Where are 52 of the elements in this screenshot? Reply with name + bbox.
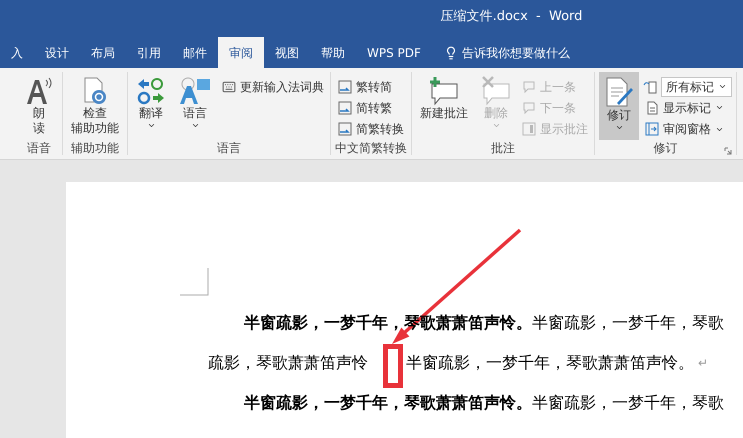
ribbon-button[interactable]: 审阅窗格 xyxy=(643,118,732,140)
ribbon-tab[interactable]: 审阅 xyxy=(218,37,264,68)
ribbon-button[interactable]: 显示标记 xyxy=(643,97,732,119)
markup-icon xyxy=(643,80,657,94)
ribbon-tab[interactable]: WPS PDF xyxy=(356,37,432,68)
paragraph-line: 半窗疏影，一梦千年，琴歌萧萧笛声怜。半窗疏影，一梦千年，琴歌 xyxy=(244,393,724,413)
group-label: 中文简繁转换 xyxy=(335,140,407,156)
ribbon-button[interactable]: 简转繁 xyxy=(336,97,406,119)
character-convert-icon xyxy=(338,122,352,136)
group-label: 辅助功能 xyxy=(71,140,119,156)
group-label: 批注 xyxy=(491,140,515,156)
document-icon xyxy=(645,100,659,115)
ribbon-tab[interactable]: 入 xyxy=(0,37,34,68)
comment-arrow-icon xyxy=(522,100,536,115)
keyboard-icon xyxy=(222,80,236,94)
ribbon-button[interactable]: 翻译 xyxy=(132,72,170,140)
markup-dropdown[interactable]: 所有标记 xyxy=(661,76,732,97)
ribbon-tab[interactable]: 帮助 xyxy=(310,37,356,68)
ribbon-tab[interactable]: 引用 xyxy=(126,37,172,68)
group-label: 修订 xyxy=(654,140,678,156)
speaker-letter-icon xyxy=(24,76,54,106)
new-comment-icon xyxy=(428,76,460,106)
ribbon-button[interactable]: 语言 xyxy=(174,72,216,140)
paragraph-line: 半窗疏影，一梦千年，琴歌萧萧笛声怜。 xyxy=(406,353,694,373)
window-title: 压缩文件.docx - Word xyxy=(440,8,582,26)
pane-icon xyxy=(645,122,659,136)
character-convert-icon xyxy=(338,100,352,115)
ribbon-button[interactable]: 简繁转换 xyxy=(336,118,406,140)
paragraph-line: 疏影，琴歌萧萧笛声怜 xyxy=(208,353,368,373)
group-label: 语言 xyxy=(217,140,241,156)
ribbon-tab[interactable]: 邮件 xyxy=(172,37,218,68)
character-convert-icon xyxy=(338,80,352,94)
margin-corner-mark xyxy=(180,268,210,296)
ribbon-tab[interactable]: 设计 xyxy=(34,37,80,68)
search-field[interactable]: 告诉我你想要做什么 xyxy=(462,44,612,62)
ribbon-button[interactable]: 检查 辅助功能 xyxy=(67,72,123,140)
ribbon-button[interactable]: 更新输入法词典 xyxy=(220,76,326,98)
language-icon xyxy=(178,76,212,106)
translate-icon xyxy=(136,76,166,106)
ribbon-button[interactable]: 新建批注 xyxy=(416,72,472,140)
ribbon-button[interactable]: 修订 xyxy=(599,72,639,140)
delete-comment-icon xyxy=(480,76,512,106)
group-label: 语音 xyxy=(27,140,51,156)
ribbon-tab[interactable]: 布局 xyxy=(80,37,126,68)
highlight-rectangle xyxy=(383,344,403,388)
dialog-launcher-icon[interactable] xyxy=(724,147,732,155)
paragraph-mark: ↵ xyxy=(698,355,708,372)
comment-panel-icon xyxy=(522,122,536,136)
ribbon-button[interactable]: 繁转简 xyxy=(336,76,406,98)
comment-arrow-icon xyxy=(522,80,536,94)
ribbon-tab[interactable]: 视图 xyxy=(264,37,310,68)
ribbon-button[interactable]: 朗读 xyxy=(20,72,58,140)
